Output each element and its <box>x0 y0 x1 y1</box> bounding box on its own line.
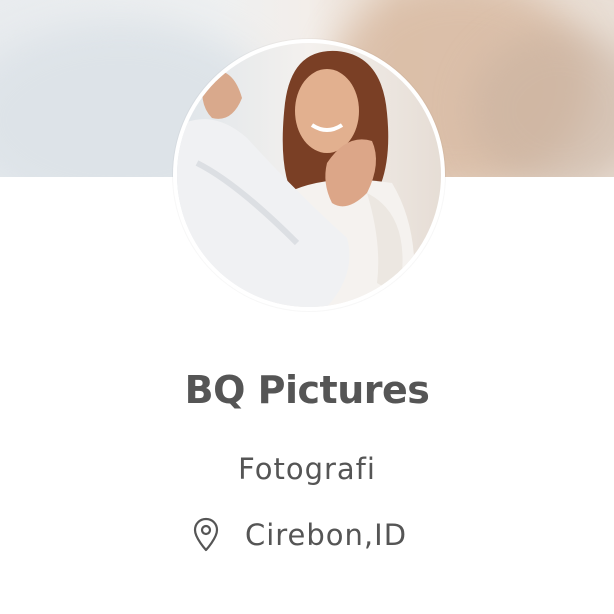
vendor-location: Cirebon,ID <box>0 517 614 553</box>
avatar-photo <box>177 43 441 307</box>
vendor-category: Fotografi <box>238 452 376 486</box>
vendor-profile-card: BQ Pictures Fotografi Cirebon,ID <box>0 0 614 614</box>
profile-avatar[interactable] <box>173 39 445 311</box>
map-pin-icon <box>193 517 219 553</box>
vendor-name: BQ Pictures <box>184 368 430 412</box>
location-label: Cirebon,ID <box>244 518 408 552</box>
